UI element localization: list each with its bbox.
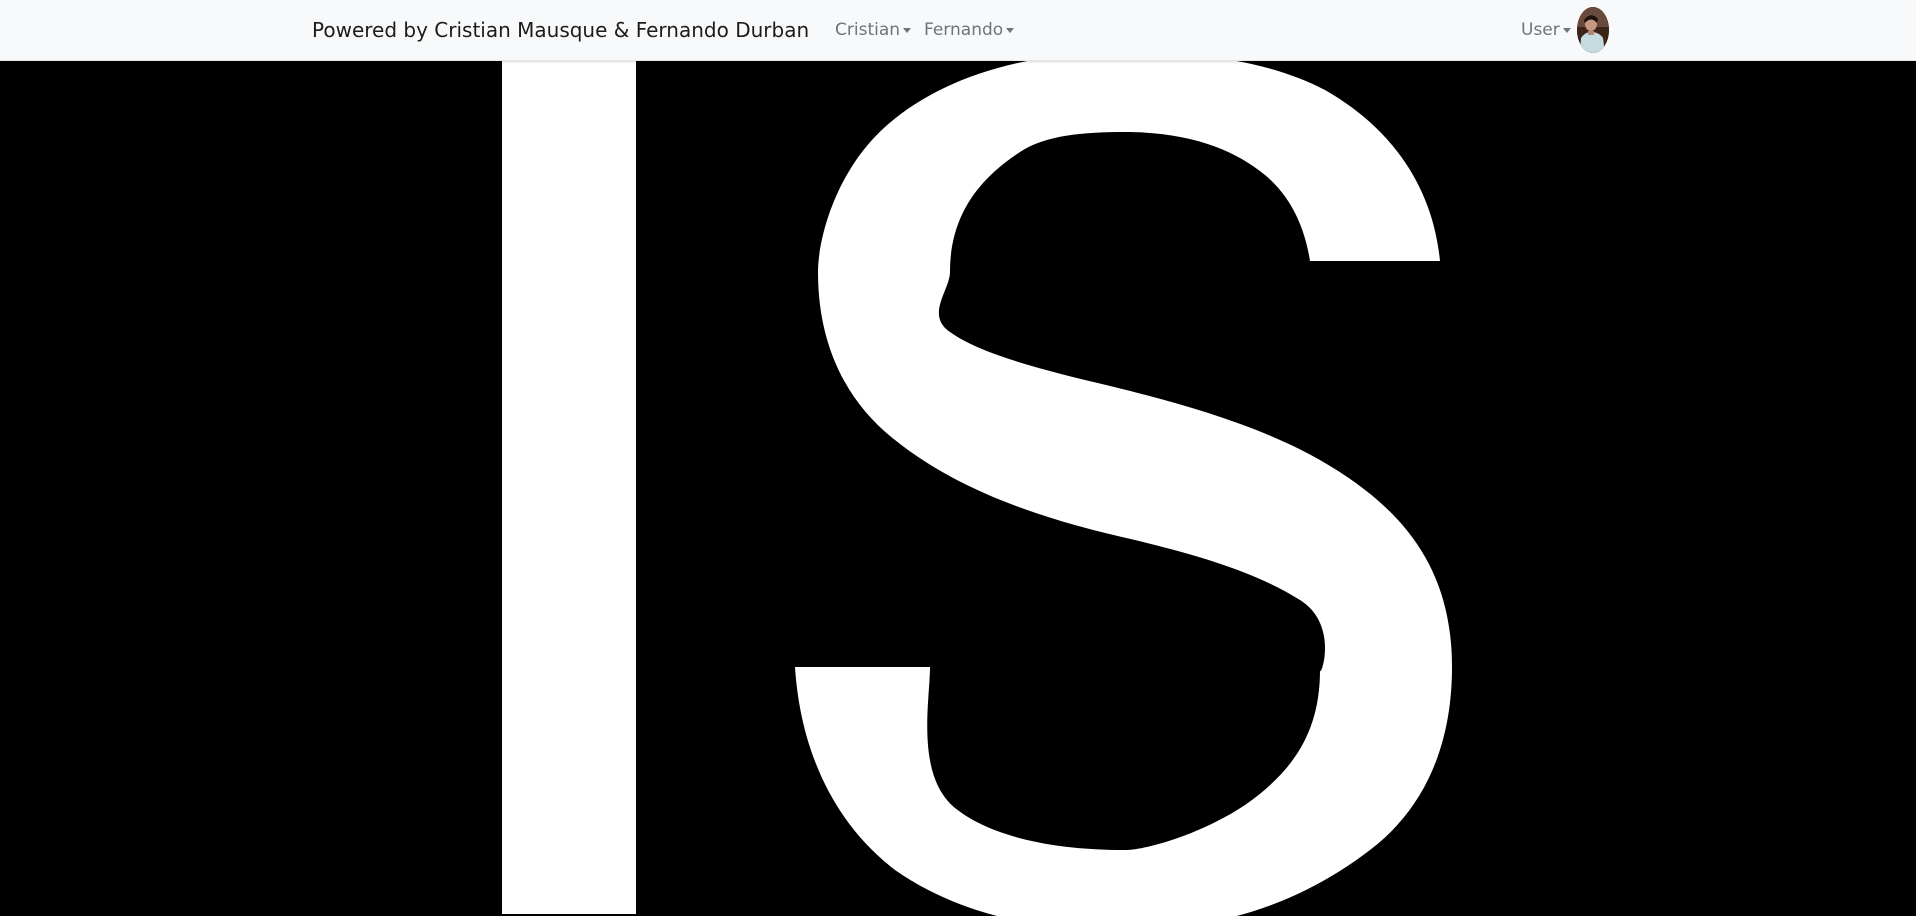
top-navbar: Powered by Cristian Mausque & Fernando D… bbox=[0, 0, 1916, 61]
caret-down-icon bbox=[1006, 27, 1015, 33]
cristian-dropdown[interactable]: Cristian bbox=[835, 19, 912, 41]
avatar-photo-icon bbox=[1577, 7, 1609, 53]
fernando-dropdown[interactable]: Fernando bbox=[924, 19, 1015, 41]
user-dropdown[interactable]: User bbox=[1521, 19, 1571, 41]
fernando-dropdown-label: Fernando bbox=[924, 20, 1004, 40]
hero-banner bbox=[0, 60, 1916, 916]
cristian-dropdown-label: Cristian bbox=[835, 20, 901, 40]
user-avatar-icon[interactable] bbox=[1577, 7, 1609, 53]
user-dropdown-label: User bbox=[1521, 20, 1560, 40]
hero-graphic bbox=[0, 60, 1916, 916]
navbar-brand[interactable]: Powered by Cristian Mausque & Fernando D… bbox=[312, 17, 809, 43]
caret-down-icon bbox=[903, 27, 912, 33]
hero-letter-i bbox=[502, 60, 636, 914]
caret-down-icon bbox=[1562, 27, 1571, 33]
